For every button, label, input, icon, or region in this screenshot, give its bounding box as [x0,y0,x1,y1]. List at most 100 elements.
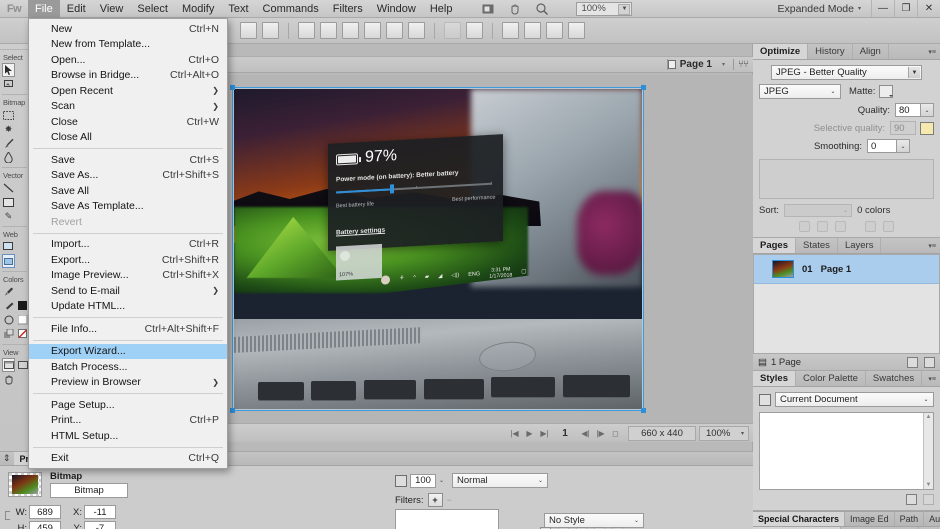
next-page-button[interactable]: |▶ [593,426,608,441]
tab-states[interactable]: States [796,238,838,253]
chevron-down-icon[interactable]: ⌄ [634,517,639,524]
file-menu-item-scan[interactable]: Scan ❯ [29,99,227,115]
file-menu-item-html-setup[interactable]: HTML Setup... [29,428,227,444]
pen-tool-icon[interactable]: ✎ [2,209,15,223]
panel-menu-icon[interactable]: ▾≡ [924,238,940,253]
file-menu-item-save-as-template[interactable]: Save As Template... [29,199,227,215]
file-menu-item-new[interactable]: New Ctrl+N [29,21,227,37]
rectangle-tool-icon[interactable] [2,195,15,209]
file-menu-item-update-html[interactable]: Update HTML... [29,299,227,315]
new-page-icon[interactable] [907,356,918,368]
smoothing-input[interactable]: 0 [867,139,897,153]
tab-image-editing[interactable]: Image Ed [845,512,895,526]
magic-wand-tool-icon[interactable]: ✸ [2,122,15,136]
zoom-tool-icon[interactable] [535,2,549,16]
constrain-proportions-icon[interactable] [5,511,10,520]
align-menu-icon[interactable] [466,22,483,39]
send-backward-icon[interactable] [386,22,403,39]
group-icon[interactable] [240,22,257,39]
height-input[interactable]: 459 [29,521,61,529]
transparency-icon[interactable] [817,221,828,232]
opacity-input[interactable]: 100 [410,473,436,488]
file-menu-item-import[interactable]: Import... Ctrl+R [29,237,227,253]
flip-horizontal-icon[interactable] [546,22,563,39]
file-menu-item-open[interactable]: Open... Ctrl+O [29,52,227,68]
delete-page-icon[interactable] [924,356,935,368]
file-menu-item-save-as[interactable]: Save As... Ctrl+Shift+S [29,168,227,184]
tab-pages[interactable]: Pages [753,238,796,253]
smoothing-stepper[interactable]: ⌄ [897,139,910,153]
tab-layers[interactable]: Layers [838,238,882,253]
distribute-icon[interactable] [444,22,461,39]
delete-color-icon[interactable] [883,221,894,232]
tab-styles[interactable]: Styles [753,371,796,386]
zoom-level-input[interactable]: 100% ▼ [576,1,633,16]
quality-input[interactable]: 80 [895,103,921,117]
tab-auto-shape[interactable]: Auto Sha [924,512,940,526]
canvas-zoom-selector[interactable]: 100% ▾ [699,425,749,441]
first-state-button[interactable]: |◀ [507,426,522,441]
tab-align[interactable]: Align [853,44,889,59]
file-menu-item-save-all[interactable]: Save All [29,183,227,199]
pages-list[interactable]: 01 Page 1 [753,254,940,354]
select-behind-tool-icon[interactable] [2,77,15,91]
file-menu-dropdown[interactable]: New Ctrl+N New from Template... Open... Ctrl… [28,18,228,469]
rotate-90-cw-icon[interactable] [502,22,519,39]
chevron-down-icon[interactable]: ⌄ [439,477,444,484]
page-tools-icon[interactable]: ⑂⑂ [738,59,749,70]
rebuild-table-icon[interactable] [865,221,876,232]
optimize-preset-select[interactable]: JPEG - Better Quality ▼ [771,65,922,80]
rotate-90-ccw-icon[interactable] [524,22,541,39]
bring-to-front-icon[interactable] [342,22,359,39]
chevron-down-icon[interactable]: ▾ [741,430,744,437]
menu-help[interactable]: Help [423,0,460,18]
ungroup-icon[interactable] [262,22,279,39]
page-list-item[interactable]: 01 Page 1 [754,255,939,284]
file-menu-item-save[interactable]: Save Ctrl+S [29,152,227,168]
add-filter-button[interactable]: + [427,493,443,507]
styles-list[interactable]: ▲ ▼ [759,412,934,490]
hand-tool-icon[interactable] [508,2,522,16]
lock-color-icon[interactable] [799,221,810,232]
selective-quality-input[interactable]: 90 [890,121,916,135]
menu-window[interactable]: Window [370,0,423,18]
screen-mode-icon[interactable] [481,2,495,16]
menu-filters[interactable]: Filters [326,0,370,18]
panel-grip-icon[interactable]: ⇕ [0,452,14,465]
filters-list[interactable] [395,509,499,529]
menu-file[interactable]: File [28,0,60,18]
tab-special-characters[interactable]: Special Characters [753,512,846,526]
menu-commands[interactable]: Commands [256,0,326,18]
panel-menu-icon[interactable]: ▾≡ [924,44,940,59]
workspace-mode-label[interactable]: Expanded Mode [778,3,858,15]
file-menu-item-send-to-e-mail[interactable]: Send to E-mail ❯ [29,283,227,299]
quality-stepper[interactable]: ⌄ [921,103,934,117]
file-menu-item-exit[interactable]: Exit Ctrl+Q [29,451,227,467]
menu-view[interactable]: View [93,0,131,18]
blend-mode-select[interactable]: Normal ⌄ [452,473,549,488]
web-safe-icon[interactable] [835,221,846,232]
play-states-button[interactable]: ▶ [522,426,537,441]
chevron-down-icon[interactable]: ▾ [858,5,871,12]
canvas-bitmap[interactable]: 97% Power mode (on battery): Better batt… [233,88,643,410]
y-input[interactable]: -7 [84,521,116,529]
panel-menu-icon[interactable]: ▾≡ [924,371,940,386]
file-menu-item-page-setup[interactable]: Page Setup... [29,397,227,413]
hand-tool-icon[interactable] [2,372,15,386]
swap-colors-icon[interactable] [2,327,15,341]
styles-scrollbar[interactable]: ▲ ▼ [923,413,933,489]
marquee-tool-icon[interactable] [2,108,15,122]
style-select[interactable]: No Style ⌄ [544,513,644,528]
matte-color-swatch[interactable] [879,85,894,98]
last-state-button[interactable]: ▶| [537,426,552,441]
union-icon[interactable] [298,22,315,39]
file-menu-item-close[interactable]: Close Ctrl+W [29,114,227,130]
bring-forward-icon[interactable] [364,22,381,39]
menu-select[interactable]: Select [130,0,175,18]
file-menu-item-image-preview[interactable]: Image Preview... Ctrl+Shift+X [29,268,227,284]
chevron-down-icon[interactable]: ⌄ [538,477,543,484]
blur-tool-icon[interactable] [2,150,15,164]
chevron-down-icon[interactable]: ⌄ [827,86,839,97]
file-menu-item-print[interactable]: Print... Ctrl+P [29,413,227,429]
slice-tool-icon[interactable] [2,254,15,268]
